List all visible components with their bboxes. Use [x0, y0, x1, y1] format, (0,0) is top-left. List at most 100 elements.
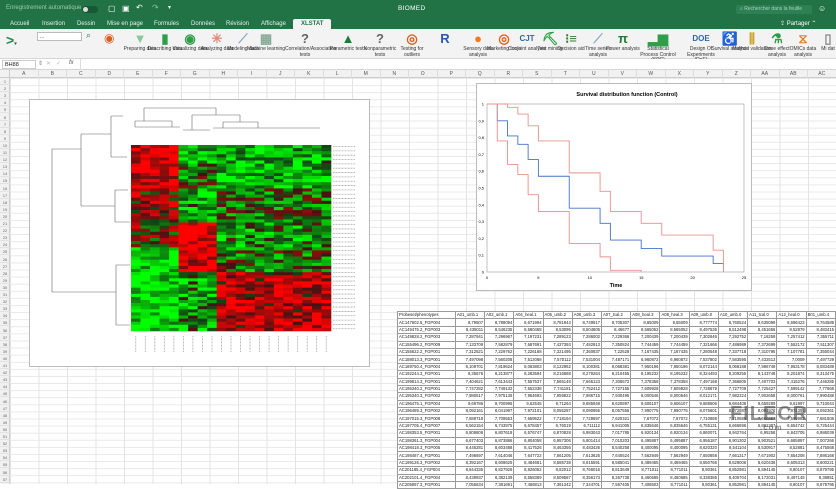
probeset-cell[interactable]: AC198418.3_FGP005	[397, 444, 456, 453]
row-header[interactable]: 56	[0, 469, 10, 476]
search-input[interactable]: ⌕ Rechercher dans la feuille	[736, 5, 812, 14]
row-header[interactable]: 21	[0, 220, 10, 228]
account-icon[interactable]: ☺	[818, 4, 826, 13]
value-cell[interactable]: 8,451656	[747, 325, 778, 335]
row-header[interactable]: 2	[0, 85, 10, 93]
probeset-cell[interactable]: AC198361.3_FGP004	[397, 436, 456, 446]
value-cell[interactable]: 8,063803	[513, 362, 544, 372]
value-cell[interactable]: 8,392167	[454, 458, 486, 468]
value-cell[interactable]: 7,727709	[717, 384, 749, 394]
value-cell[interactable]: 7,562949	[630, 451, 661, 460]
value-cell[interactable]: 7,289123	[542, 333, 573, 342]
ribbon-button-power-analysis[interactable]: π Power analysis	[603, 30, 643, 53]
value-cell[interactable]: 6,902521	[747, 436, 778, 446]
value-cell[interactable]: 8,195232	[630, 370, 661, 379]
column-header-cell[interactable]: A11_tcal.0	[747, 310, 778, 320]
value-cell[interactable]: 7,355711	[805, 333, 836, 342]
value-cell[interactable]: 7,613443	[484, 377, 515, 386]
row-header[interactable]: 52	[0, 440, 10, 448]
value-cell[interactable]: 7,415276	[776, 377, 807, 386]
value-cell[interactable]: 7,749132	[484, 384, 515, 394]
value-cell[interactable]: 8,075601	[688, 407, 719, 416]
value-cell[interactable]: 6,835646	[659, 421, 690, 431]
value-cell[interactable]: 7,710888	[688, 414, 719, 423]
value-cell[interactable]: 6,743975	[484, 421, 515, 431]
value-cell[interactable]: 8,356173	[571, 473, 603, 483]
row-header[interactable]: 1	[0, 78, 10, 86]
value-cell[interactable]: 7,344701	[571, 480, 603, 489]
value-cell[interactable]: 7,229762	[484, 347, 515, 357]
play-icon[interactable]: ◉	[104, 31, 114, 45]
row-header[interactable]: 31	[0, 291, 10, 299]
column-header-AC[interactable]: AC	[808, 70, 836, 78]
value-cell[interactable]: 7,727155	[601, 384, 632, 394]
tab-accueil[interactable]: Accueil	[6, 19, 33, 29]
column-header-B[interactable]: B	[39, 70, 67, 78]
column-header-F[interactable]: F	[153, 70, 181, 78]
value-cell[interactable]: 8,603488	[484, 444, 515, 453]
value-cell[interactable]: 7,930495	[601, 392, 632, 401]
probeset-cell[interactable]: AC201185.4_FGP004	[397, 466, 456, 475]
value-cell[interactable]: 7,427393	[542, 340, 573, 349]
value-cell[interactable]: 7,560208	[484, 355, 515, 364]
undo-icon[interactable]: ↶	[136, 3, 143, 12]
probeset-cell[interactable]: AC155496.2_FGP009	[397, 340, 456, 349]
value-cell[interactable]: 8,072144	[688, 362, 719, 372]
row-header[interactable]: 13	[0, 163, 10, 171]
value-cell[interactable]: 7,497098	[454, 355, 486, 364]
value-cell[interactable]: 8,629006	[717, 458, 749, 468]
column-header-Q[interactable]: Q	[466, 70, 495, 78]
value-cell[interactable]: 7,486989	[717, 340, 749, 349]
value-cell[interactable]: 6,495887	[630, 436, 661, 446]
value-cell[interactable]: 9,620897	[601, 399, 632, 409]
row-header[interactable]: 36	[0, 327, 10, 334]
value-cell[interactable]: 7,744459	[630, 340, 661, 349]
row-header[interactable]: 50	[0, 426, 10, 433]
value-cell[interactable]: 8,209255	[717, 370, 749, 379]
value-cell[interactable]: 8,195232	[659, 370, 690, 379]
value-cell[interactable]: 7,229366	[601, 333, 632, 342]
value-cell[interactable]: 8,382139	[484, 473, 515, 483]
value-cell[interactable]: 7,980517	[454, 392, 486, 401]
value-cell[interactable]: 7,986715	[571, 392, 603, 401]
value-cell[interactable]: 8,541104	[717, 444, 749, 453]
row-header[interactable]: 4	[0, 99, 10, 107]
row-header[interactable]: 35	[0, 319, 10, 327]
column-header-J[interactable]: J	[267, 70, 295, 78]
value-cell[interactable]: 8,068381	[601, 362, 632, 372]
probeset-cell[interactable]: AC195340.3_FGP002	[397, 392, 456, 401]
value-cell[interactable]: 8,852981	[717, 466, 749, 475]
probeset-cell[interactable]: AC188013.3_FGP001	[397, 355, 456, 364]
row-header[interactable]: 27	[0, 263, 10, 270]
value-cell[interactable]: 8,000546	[630, 392, 661, 401]
column-header-C[interactable]: C	[67, 70, 96, 78]
value-cell[interactable]: 7,972101	[513, 407, 544, 416]
value-cell[interactable]: 7,599142	[776, 384, 807, 394]
column-header-cell[interactable]: A04_heal.1	[513, 310, 544, 320]
value-cell[interactable]: 8,827926	[484, 466, 515, 475]
value-cell[interactable]: 7,964693	[513, 392, 544, 401]
value-cell[interactable]: 7,67072	[630, 414, 661, 423]
tab-donnees[interactable]: Données	[187, 19, 219, 29]
heatmap-chart[interactable]	[29, 99, 370, 367]
value-cell[interactable]: 8,771011	[659, 480, 690, 489]
value-cell[interactable]: 8,041997	[484, 407, 515, 416]
value-cell[interactable]: 8,400095	[630, 444, 661, 453]
value-cell[interactable]: 6,956187	[688, 436, 719, 446]
column-header-I[interactable]: I	[238, 70, 267, 78]
value-cell[interactable]: 7,446285	[805, 377, 836, 386]
value-cell[interactable]: 8,894145	[747, 466, 778, 475]
value-cell[interactable]: 7,725427	[747, 384, 778, 394]
value-cell[interactable]: 8,550766	[688, 458, 719, 468]
value-cell[interactable]: 6,920134	[659, 429, 690, 438]
value-cell[interactable]: 7,107781	[776, 347, 807, 357]
value-cell[interactable]: 8,405704	[717, 473, 749, 483]
value-cell[interactable]: 7,570112	[542, 355, 573, 364]
value-cell[interactable]: 9,62545	[513, 399, 544, 409]
value-cell[interactable]: 9,700995	[484, 399, 515, 409]
probeset-cell[interactable]: AC189750.4_FGP004	[397, 362, 456, 372]
value-cell[interactable]: 6,755131	[688, 421, 719, 431]
value-cell[interactable]: 7,487171	[601, 355, 632, 364]
row-header[interactable]: 45	[0, 390, 10, 398]
value-cell[interactable]: 8,313475	[805, 370, 836, 379]
